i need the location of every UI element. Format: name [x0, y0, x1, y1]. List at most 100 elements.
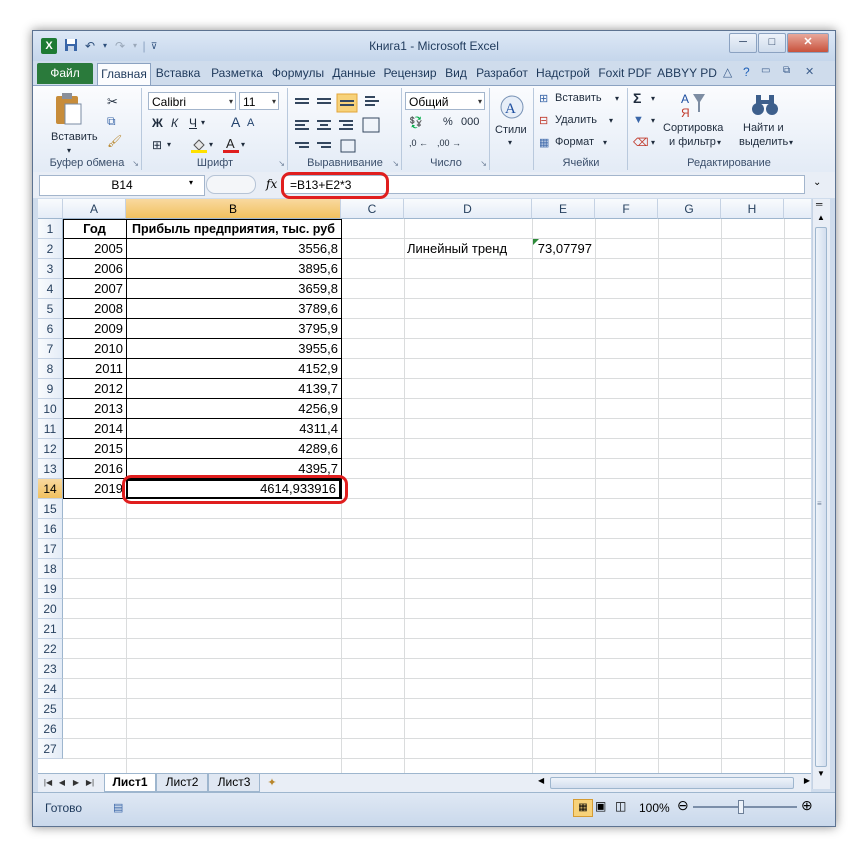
chevron-down-icon[interactable]: ▾: [651, 116, 655, 125]
insert-function-icon[interactable]: fx: [266, 177, 277, 191]
cell-profit[interactable]: 3659,8: [126, 279, 341, 299]
row-header-19[interactable]: 19: [38, 579, 63, 599]
cell-e2-trend-value[interactable]: 73,07797: [532, 239, 595, 259]
insert-cells-button[interactable]: Вставить: [555, 92, 602, 104]
format-cells-button[interactable]: Формат: [555, 136, 594, 148]
underline-button[interactable]: Ч: [189, 116, 197, 130]
cell-profit[interactable]: 4311,4: [126, 419, 341, 439]
alignment-icons[interactable]: [293, 92, 397, 158]
workbook-minimize-icon[interactable]: ▭: [761, 65, 770, 76]
cell-year[interactable]: 2011: [63, 359, 126, 379]
minimize-button[interactable]: ─: [729, 33, 757, 53]
cell-profit[interactable]: 3789,6: [126, 299, 341, 319]
column-header-a[interactable]: A: [63, 199, 126, 219]
chevron-down-icon[interactable]: ⌄: [813, 177, 821, 188]
tab-data[interactable]: Данные: [329, 63, 379, 84]
horizontal-scrollbar[interactable]: ◀ ▶: [538, 776, 810, 790]
row-header-25[interactable]: 25: [38, 699, 63, 719]
new-sheet-icon[interactable]: ✦: [264, 776, 280, 790]
cell-d2-trend-label[interactable]: Линейный тренд: [404, 239, 532, 259]
chevron-down-icon[interactable]: ▾: [189, 178, 193, 187]
insert-cells-icon[interactable]: ⊞: [539, 92, 548, 105]
chevron-down-icon[interactable]: ▾: [651, 94, 655, 103]
cell-profit[interactable]: 3955,6: [126, 339, 341, 359]
chevron-down-icon[interactable]: ▾: [67, 146, 71, 155]
formula-bar-expander[interactable]: [206, 175, 256, 194]
zoom-level[interactable]: 100%: [639, 801, 670, 815]
autosum-icon[interactable]: Σ: [633, 90, 641, 106]
column-header-d[interactable]: D: [404, 199, 532, 219]
row-header-5[interactable]: 5: [38, 299, 63, 319]
currency-format-icon[interactable]: 💱: [409, 116, 423, 129]
cell-profit[interactable]: 3895,6: [126, 259, 341, 279]
zoom-in-icon[interactable]: ⊕: [801, 797, 813, 814]
row-header-24[interactable]: 24: [38, 679, 63, 699]
column-header-e[interactable]: E: [532, 199, 595, 219]
chevron-down-icon[interactable]: ▾: [651, 138, 655, 147]
column-header-b[interactable]: B: [126, 199, 341, 219]
zoom-slider-thumb[interactable]: [738, 800, 744, 814]
bold-button[interactable]: Ж: [152, 116, 163, 130]
chevron-down-icon[interactable]: ▾: [615, 94, 619, 103]
delete-cells-button[interactable]: Удалить: [555, 114, 597, 126]
scroll-left-icon[interactable]: ◀: [538, 776, 544, 785]
row-header-16[interactable]: 16: [38, 519, 63, 539]
close-button[interactable]: ✕: [787, 33, 829, 53]
zoom-slider-track[interactable]: [693, 806, 797, 808]
row-header-4[interactable]: 4: [38, 279, 63, 299]
column-header-h[interactable]: H: [721, 199, 784, 219]
cell-year[interactable]: 2006: [63, 259, 126, 279]
sort-filter-label[interactable]: Сортировка: [663, 122, 723, 134]
cell-profit[interactable]: 3556,8: [126, 239, 341, 259]
workbook-restore-icon[interactable]: ⧉: [783, 65, 790, 76]
cell-year[interactable]: 2019: [63, 479, 126, 499]
cell-year[interactable]: 2005: [63, 239, 126, 259]
find-select-label[interactable]: Найти и: [743, 122, 784, 134]
row-header-26[interactable]: 26: [38, 719, 63, 739]
page-break-view-icon[interactable]: ◫: [615, 799, 626, 813]
tab-addins[interactable]: Надстрой: [533, 63, 593, 84]
dialog-launcher-icon[interactable]: ↘: [392, 159, 399, 168]
row-header-3[interactable]: 3: [38, 259, 63, 279]
format-painter-icon[interactable]: 🖌: [107, 134, 122, 148]
first-sheet-icon[interactable]: |◀: [42, 776, 54, 790]
dialog-launcher-icon[interactable]: ↘: [278, 159, 285, 168]
cell-year[interactable]: 2009: [63, 319, 126, 339]
chevron-down-icon[interactable]: ▾: [167, 140, 171, 149]
cell-year[interactable]: 2016: [63, 459, 126, 479]
fill-icon[interactable]: ▼: [633, 114, 644, 126]
row-header-7[interactable]: 7: [38, 339, 63, 359]
italic-button[interactable]: К: [171, 116, 178, 130]
dialog-launcher-icon[interactable]: ↘: [480, 159, 487, 168]
worksheet-grid[interactable]: A B C D E F G H 1 2 3 4 5 6 7 8 9 10 11 …: [38, 199, 811, 773]
tab-abbyy[interactable]: ABBYY PD: [657, 63, 717, 84]
scroll-up-icon[interactable]: ▲: [817, 213, 825, 222]
scroll-thumb[interactable]: [815, 227, 827, 767]
row-header-22[interactable]: 22: [38, 639, 63, 659]
sheet-tab-1[interactable]: Лист1: [104, 774, 156, 792]
chevron-down-icon[interactable]: ▾: [209, 140, 213, 149]
scroll-down-icon[interactable]: ▼: [817, 769, 825, 778]
row-header-1[interactable]: 1: [38, 219, 63, 239]
row-header-14[interactable]: 14: [38, 479, 63, 499]
tab-review[interactable]: Рецензир: [381, 63, 439, 84]
row-header-18[interactable]: 18: [38, 559, 63, 579]
number-format-combo[interactable]: Общий ▾: [405, 92, 485, 110]
workbook-close-icon[interactable]: ✕: [805, 65, 814, 78]
row-header-23[interactable]: 23: [38, 659, 63, 679]
row-header-21[interactable]: 21: [38, 619, 63, 639]
tab-home[interactable]: Главная: [97, 63, 151, 86]
font-name-combo[interactable]: Calibri ▾: [148, 92, 236, 110]
tab-file[interactable]: Файл: [37, 63, 93, 84]
chevron-down-icon[interactable]: ▾: [717, 138, 721, 147]
scroll-right-icon[interactable]: ▶: [804, 776, 810, 785]
cell-profit[interactable]: 4256,9: [126, 399, 341, 419]
last-sheet-icon[interactable]: ▶|: [84, 776, 96, 790]
cell-profit[interactable]: 4152,9: [126, 359, 341, 379]
styles-icon[interactable]: A: [499, 94, 525, 123]
row-header-27[interactable]: 27: [38, 739, 63, 759]
percent-button[interactable]: %: [443, 116, 453, 128]
cell-profit[interactable]: 3795,9: [126, 319, 341, 339]
cell-profit[interactable]: 4289,6: [126, 439, 341, 459]
row-header-9[interactable]: 9: [38, 379, 63, 399]
